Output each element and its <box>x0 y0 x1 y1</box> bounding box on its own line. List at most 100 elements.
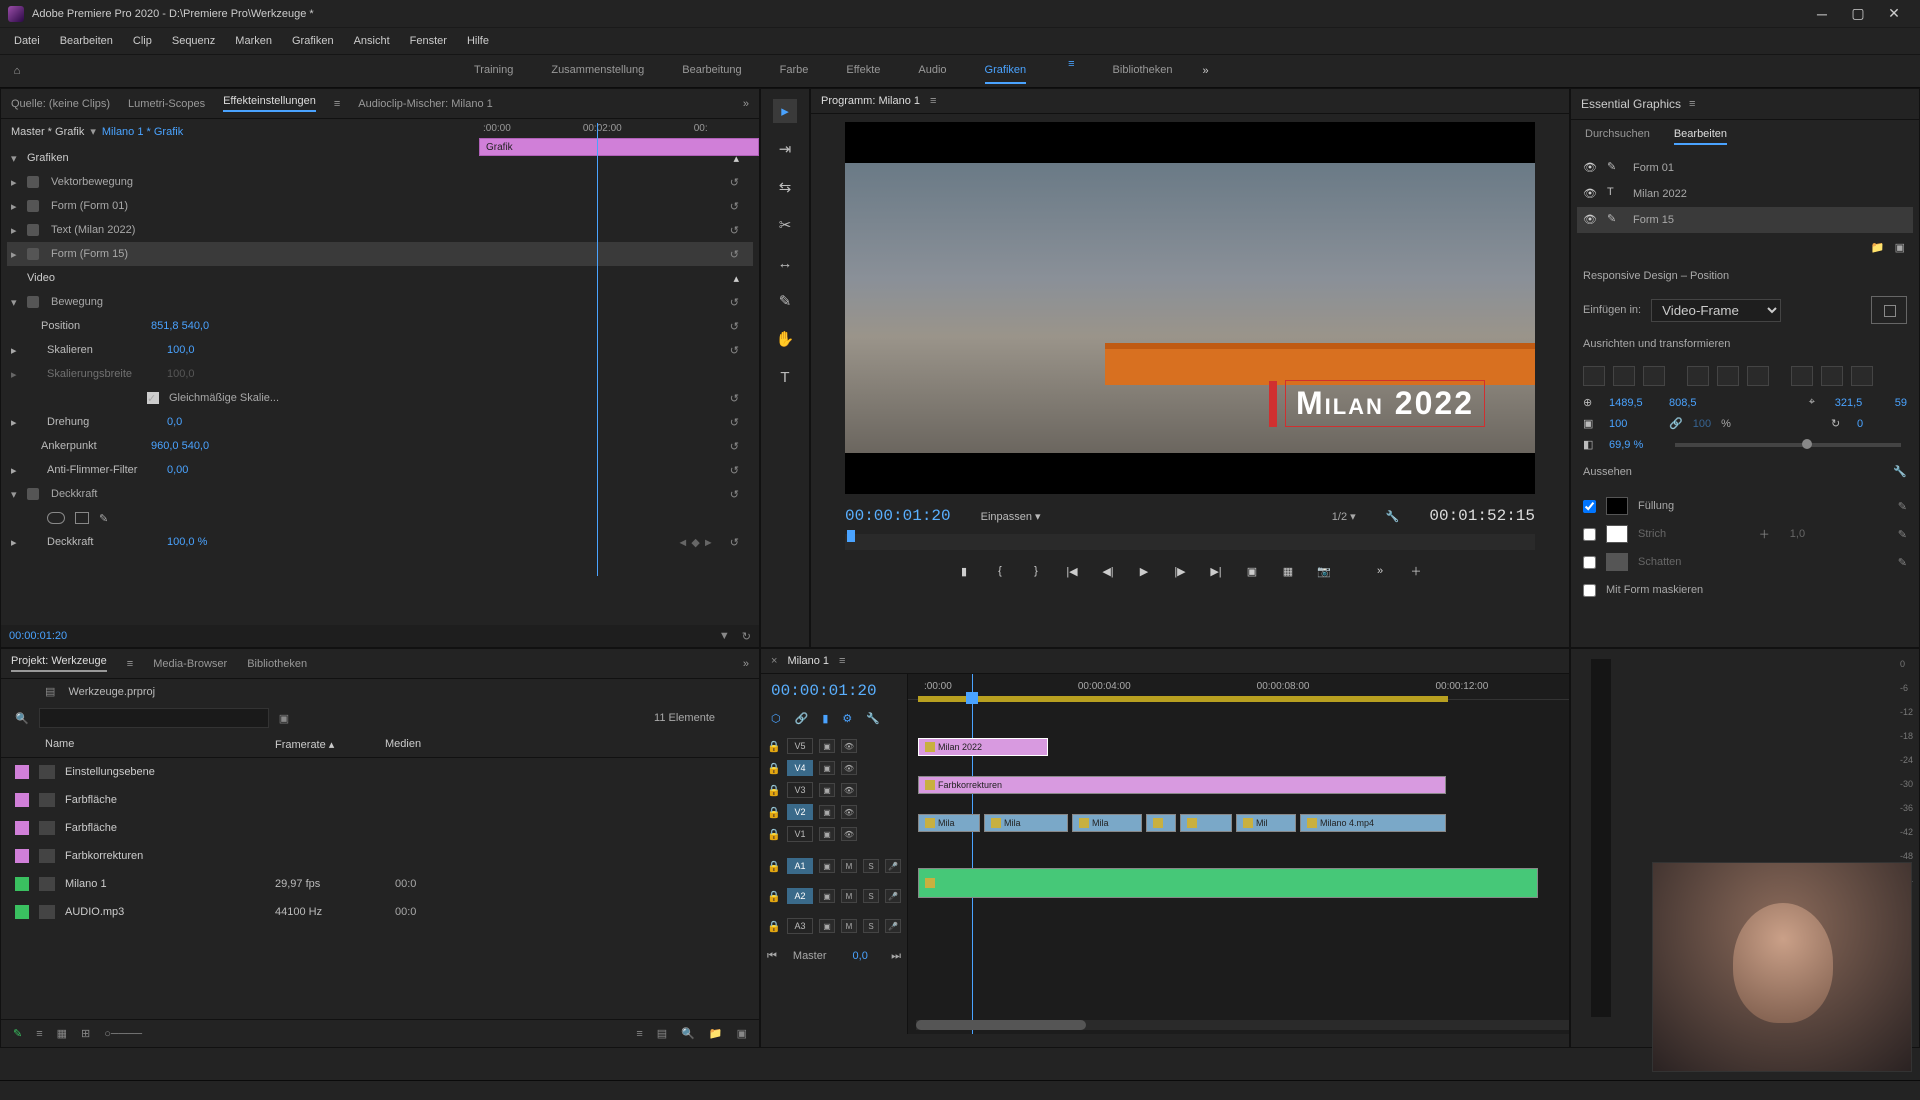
fill-swatch[interactable] <box>1606 497 1628 515</box>
program-viewer[interactable]: Milan 2022 <box>845 122 1535 494</box>
shadow-swatch[interactable] <box>1606 553 1628 571</box>
step-forward-button[interactable]: |▶ <box>1171 562 1189 580</box>
ws-farbe[interactable]: Farbe <box>780 58 809 84</box>
project-item[interactable]: AUDIO.mp344100 Hz00:0 <box>15 898 745 926</box>
align-bottom-button[interactable] <box>1747 366 1769 386</box>
fx-icon[interactable] <box>27 176 39 188</box>
clip-v1[interactable]: Mila <box>1072 814 1142 832</box>
opacity-slider[interactable] <box>1675 443 1901 447</box>
home-button[interactable]: ⌂ <box>0 65 34 77</box>
mute-button[interactable]: M <box>841 919 857 933</box>
mark-out-button[interactable]: } <box>1027 562 1045 580</box>
close-button[interactable]: ✕ <box>1876 4 1912 24</box>
reset-icon[interactable]: ↺ <box>730 248 739 261</box>
mark-in-button[interactable]: { <box>991 562 1009 580</box>
linked-selection-icon[interactable]: 🔗 <box>795 712 809 725</box>
egfx-menu-icon[interactable]: ≡ <box>1689 98 1695 110</box>
reset-icon[interactable]: ↺ <box>730 416 739 429</box>
solo-button[interactable]: S <box>863 859 879 873</box>
step-back-button[interactable]: ◀| <box>1099 562 1117 580</box>
section-grafiken[interactable]: Grafiken <box>27 152 69 164</box>
pos-x-value[interactable]: 1489,5 <box>1609 397 1659 409</box>
program-scrubber[interactable] <box>845 534 1535 550</box>
sequence-clip-label[interactable]: Milano 1 * Grafik <box>102 126 183 138</box>
ws-bearbeitung[interactable]: Bearbeitung <box>682 58 741 84</box>
go-to-in-button[interactable]: |◀ <box>1063 562 1081 580</box>
freeform-view-icon[interactable]: ⊞ <box>81 1027 90 1040</box>
mini-playhead[interactable] <box>597 123 598 576</box>
toggle-output[interactable]: ▣ <box>819 919 835 933</box>
play-button[interactable]: ▶ <box>1135 562 1153 580</box>
picker-icon[interactable]: ✎ <box>1898 500 1907 513</box>
extract-button[interactable]: ▦ <box>1279 562 1297 580</box>
lock-icon[interactable]: 🔒 <box>767 762 781 775</box>
resolution-dropdown[interactable]: 1/2 ▾ <box>1332 510 1356 523</box>
program-menu-icon[interactable]: ≡ <box>930 95 936 107</box>
filter-icon[interactable]: ▼ <box>719 630 730 642</box>
prop-form01[interactable]: Form (Form 01) <box>51 200 128 212</box>
mask-pen-icon[interactable]: ✎ <box>99 512 108 525</box>
project-search-input[interactable] <box>39 708 269 728</box>
project-item[interactable]: Milano 129,97 fps00:0 <box>15 870 745 898</box>
toggle-output[interactable]: ▣ <box>819 761 835 775</box>
eye-icon[interactable]: 👁 <box>1583 161 1597 175</box>
col-name[interactable]: Name <box>15 738 275 751</box>
clip-v1[interactable]: Mila <box>984 814 1068 832</box>
fx-icon[interactable] <box>27 224 39 236</box>
type-tool[interactable]: T <box>773 365 797 389</box>
picker-icon[interactable]: ✎ <box>1898 556 1907 569</box>
sequence-menu-icon[interactable]: ≡ <box>839 655 845 667</box>
project-item[interactable]: Farbfläche <box>15 814 745 842</box>
mini-clip-bar[interactable]: Grafik <box>479 138 759 156</box>
ws-menu-icon[interactable]: ≡ <box>1068 58 1074 84</box>
layer-row[interactable]: 👁 ✎ Form 15 <box>1577 207 1913 233</box>
track-a1[interactable]: A1 <box>787 858 813 874</box>
scrubber-playhead[interactable] <box>847 530 855 542</box>
new-item-icon[interactable]: ▣ <box>737 1027 747 1040</box>
ws-grafiken[interactable]: Grafiken <box>985 58 1027 84</box>
link-scale-icon[interactable]: 🔗 <box>1669 417 1683 430</box>
menu-marken[interactable]: Marken <box>225 31 282 51</box>
lock-icon[interactable]: 🔒 <box>767 828 781 841</box>
add-marker-button[interactable]: ▮ <box>955 562 973 580</box>
reset-icon[interactable]: ↺ <box>730 536 739 549</box>
pin-grid[interactable] <box>1871 296 1907 324</box>
lock-icon[interactable]: 🔒 <box>767 740 781 753</box>
expand-icon[interactable]: ⏭ <box>891 950 901 963</box>
mute-button[interactable]: M <box>841 859 857 873</box>
collapse-icon[interactable]: ⏮ <box>767 950 777 963</box>
wrench-icon[interactable]: 🔧 <box>866 712 880 725</box>
program-current-tc[interactable]: 00:00:01:20 <box>845 507 951 525</box>
tab-quelle[interactable]: Quelle: (keine Clips) <box>11 98 110 110</box>
settings-icon[interactable]: ⚙ <box>842 712 852 725</box>
reset-icon[interactable]: ↺ <box>730 296 739 309</box>
reset-icon[interactable]: ↺ <box>730 488 739 501</box>
group-layer-icon[interactable]: ▣ <box>1895 241 1905 254</box>
lock-icon[interactable]: 🔒 <box>767 890 781 903</box>
mute-button[interactable]: M <box>841 889 857 903</box>
toggle-eye[interactable]: 👁 <box>841 761 857 775</box>
clip-v3[interactable]: Farbkorrekturen <box>918 776 1446 794</box>
menu-grafiken[interactable]: Grafiken <box>282 31 344 51</box>
toggle-output[interactable]: ▣ <box>819 827 835 841</box>
lock-icon[interactable]: 🔒 <box>767 860 781 873</box>
title-overlay[interactable]: Milan 2022 <box>1285 380 1485 427</box>
uniform-scale-checkbox[interactable]: ✓ <box>147 392 159 404</box>
shape-handle[interactable] <box>1269 381 1277 427</box>
tab-project[interactable]: Projekt: Werkzeuge <box>11 655 107 672</box>
track-v2[interactable]: V2 <box>787 804 813 820</box>
voice-icon[interactable]: 🎤 <box>885 919 901 933</box>
fx-icon[interactable] <box>27 248 39 260</box>
lock-icon[interactable]: 🔒 <box>767 806 781 819</box>
track-v5[interactable]: V5 <box>787 738 813 754</box>
clip-v5[interactable]: Milan 2022 <box>918 738 1048 756</box>
pen-tool[interactable]: ✎ <box>773 289 797 313</box>
prop-form15[interactable]: Form (Form 15) <box>51 248 128 260</box>
clip-a2[interactable] <box>918 868 1538 898</box>
mask-checkbox[interactable] <box>1583 584 1596 597</box>
toggle-output[interactable]: ▣ <box>819 889 835 903</box>
export-frame-button[interactable]: 📷 <box>1315 562 1333 580</box>
pos-y-value[interactable]: 808,5 <box>1669 397 1697 409</box>
clip-v1[interactable]: Milano 4.mp4 <box>1300 814 1446 832</box>
mask-ellipse-icon[interactable] <box>47 512 65 524</box>
